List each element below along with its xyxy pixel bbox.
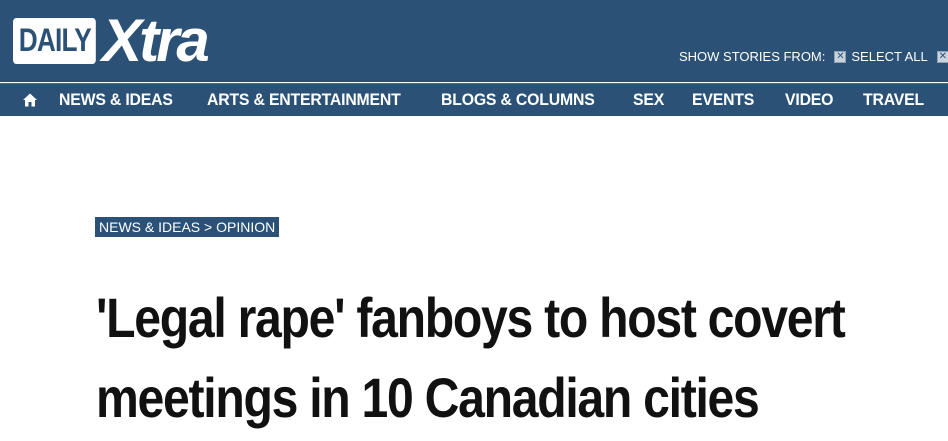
nav-items: NEWS & IDEAS ARTS & ENTERTAINMENT BLOGS …: [59, 84, 948, 116]
nav-item-blogs-columns[interactable]: BLOGS & COLUMNS: [441, 90, 595, 110]
article-title: 'Legal rape' fanboys to host covert meet…: [96, 286, 846, 429]
logo-xtra-text: Xtra: [102, 7, 210, 74]
site-logo[interactable]: DAILY Xtra: [13, 7, 210, 74]
breadcrumb[interactable]: NEWS & IDEAS > OPINION: [95, 217, 280, 237]
select-all-checkbox[interactable]: ✕: [834, 50, 847, 63]
nav-item-news-ideas[interactable]: NEWS & IDEAS: [59, 90, 173, 110]
logo-daily-text: DAILY: [13, 18, 96, 64]
nav-item-sex[interactable]: SEX: [633, 90, 664, 110]
home-icon[interactable]: [22, 92, 38, 108]
nav-item-events[interactable]: EVENTS: [692, 90, 754, 110]
show-stories-label: SHOW STORIES FROM:: [679, 49, 826, 64]
nav-item-video[interactable]: VIDEO: [785, 90, 833, 110]
filter-option-checkbox[interactable]: ✕: [936, 50, 948, 63]
select-all-label[interactable]: SELECT ALL: [851, 49, 927, 64]
nav-item-travel[interactable]: TRAVEL: [863, 90, 924, 110]
site-header: DAILY Xtra SHOW STORIES FROM: ✕ SELECT A…: [0, 0, 948, 82]
main-nav: NEWS & IDEAS ARTS & ENTERTAINMENT BLOGS …: [0, 83, 948, 116]
nav-item-arts-entertainment[interactable]: ARTS & ENTERTAINMENT: [207, 90, 401, 110]
show-stories-filter: SHOW STORIES FROM: ✕ SELECT ALL ✕ C: [679, 49, 948, 64]
